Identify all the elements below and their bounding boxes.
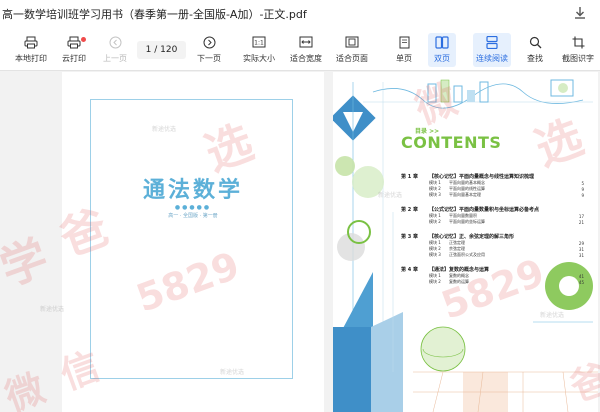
table-of-contents: 第 1 章【核心记忆】平面向量概念与线性运算知识梳理 模块 1 平面向量的基本概念…	[401, 167, 584, 285]
screenshot-ocr-button[interactable]: 截图识字	[560, 33, 596, 67]
fit-page-button[interactable]: 适合页面	[334, 33, 370, 67]
chapter-title: 【通法】复数的概念与运算	[429, 267, 490, 273]
chevron-left-icon	[107, 35, 123, 49]
fit-page-label: 适合页面	[336, 54, 368, 63]
fit-page-icon	[344, 35, 360, 49]
list-item: 模块 2 复数的运算 45	[429, 279, 584, 285]
left-page: 通法数学 ●●●●● 高一 · 全国版 · 第一册	[62, 72, 324, 412]
chapter-number: 第 3 章	[401, 234, 418, 240]
search-icon	[527, 35, 543, 49]
prev-page-button[interactable]: 上一页	[101, 33, 129, 67]
watermark-char: 微	[0, 365, 51, 412]
chapter-title: 【核心记忆】正、余弦定理的解三角形	[429, 234, 515, 240]
right-page: 目录 >> CONTENTS 第 1 章【核心记忆】平面向量概念与线性运算知识梳…	[333, 72, 598, 412]
printer-icon	[23, 35, 39, 49]
list-item: 模块 3 平面向量基本定理 9	[429, 192, 584, 198]
chapter-number: 第 4 章	[401, 267, 418, 273]
cover-subtitle: 高一 · 全国版 · 第一册	[168, 213, 218, 219]
cover-dots: ●●●●●	[174, 204, 212, 211]
single-page-icon	[396, 35, 412, 49]
chapter-number: 第 2 章	[401, 207, 418, 213]
double-page-icon	[434, 35, 450, 49]
svg-text:1:1: 1:1	[254, 40, 264, 47]
continuous-reading-button[interactable]: 连续阅读	[473, 33, 511, 67]
chapter-title: 【核心记忆】平面向量概念与线性运算知识梳理	[429, 174, 535, 180]
actual-size-button[interactable]: 1:1 实际大小	[241, 33, 277, 67]
single-page-button[interactable]: 单页	[391, 33, 417, 67]
chevron-right-icon	[201, 35, 217, 49]
fit-width-label: 适合宽度	[290, 54, 322, 63]
document-viewer[interactable]: 通法数学 ●●●●● 高一 · 全国版 · 第一册 目录 >> CONTENTS…	[0, 72, 600, 412]
double-page-button[interactable]: 双页	[428, 33, 456, 67]
fit-width-icon	[298, 35, 314, 49]
double-page-label: 双页	[434, 54, 450, 63]
notification-dot	[81, 37, 86, 42]
next-page-button[interactable]: 下一页	[195, 33, 223, 67]
list-item: 模块 3 正弦面积公式及应用 31	[429, 252, 584, 258]
search-label: 查找	[527, 54, 543, 63]
fit-width-button[interactable]: 适合宽度	[288, 33, 324, 67]
single-page-label: 单页	[396, 54, 412, 63]
toc-title: CONTENTS	[401, 133, 502, 152]
cloud-print-label: 云打印	[62, 54, 86, 63]
cloud-printer-icon	[66, 35, 82, 49]
watermark-small: 新途优选	[40, 306, 65, 313]
next-page-label: 下一页	[197, 54, 221, 63]
screenshot-ocr-label: 截图识字	[562, 54, 594, 63]
local-print-button[interactable]: 本地打印	[14, 33, 48, 67]
document-title: 高一数学培训班学习用书（春季第一册-全国版-A加）-正文.pdf	[2, 7, 307, 21]
cover-frame	[90, 99, 293, 379]
toolbar: 本地打印 云打印 上一页 1 / 120 下一页 1:1 实际大小 适合宽度 适…	[0, 27, 600, 71]
chapter-title: 【公式记忆】平面向量数量积与坐标运算必备考点	[429, 207, 540, 213]
list-item: 模块 2 平面向量的坐标运算 21	[429, 219, 584, 225]
search-button[interactable]: 查找	[522, 33, 548, 67]
title-bar: 高一数学培训班学习用书（春季第一册-全国版-A加）-正文.pdf	[0, 0, 600, 27]
page-number-input[interactable]: 1 / 120	[137, 41, 186, 59]
chapter-number: 第 1 章	[401, 174, 418, 180]
chapter-3: 第 3 章【核心记忆】正、余弦定理的解三角形 模块 1 正弦定理 29 模块 2 余弦…	[401, 233, 584, 258]
chapter-4: 第 4 章【通法】复数的概念与运算 模块 1 复数的概念 41 模块 2 复数的运算 4…	[401, 266, 584, 285]
crop-icon	[570, 35, 586, 49]
cover-title: 通法数学	[142, 177, 243, 203]
download-icon[interactable]	[572, 5, 588, 21]
continuous-reading-label: 连续阅读	[476, 54, 508, 63]
actual-size-label: 实际大小	[243, 54, 275, 63]
actual-size-icon: 1:1	[251, 35, 267, 49]
prev-page-label: 上一页	[103, 54, 127, 63]
chapter-2: 第 2 章【公式记忆】平面向量数量积与坐标运算必备考点 模块 1 平面向量数量积 1…	[401, 206, 584, 225]
local-print-label: 本地打印	[15, 54, 47, 63]
continuous-reading-icon	[484, 35, 500, 49]
chapter-1: 第 1 章【核心记忆】平面向量概念与线性运算知识梳理 模块 1 平面向量的基本概念…	[401, 173, 584, 198]
watermark-char: 学	[0, 229, 55, 297]
